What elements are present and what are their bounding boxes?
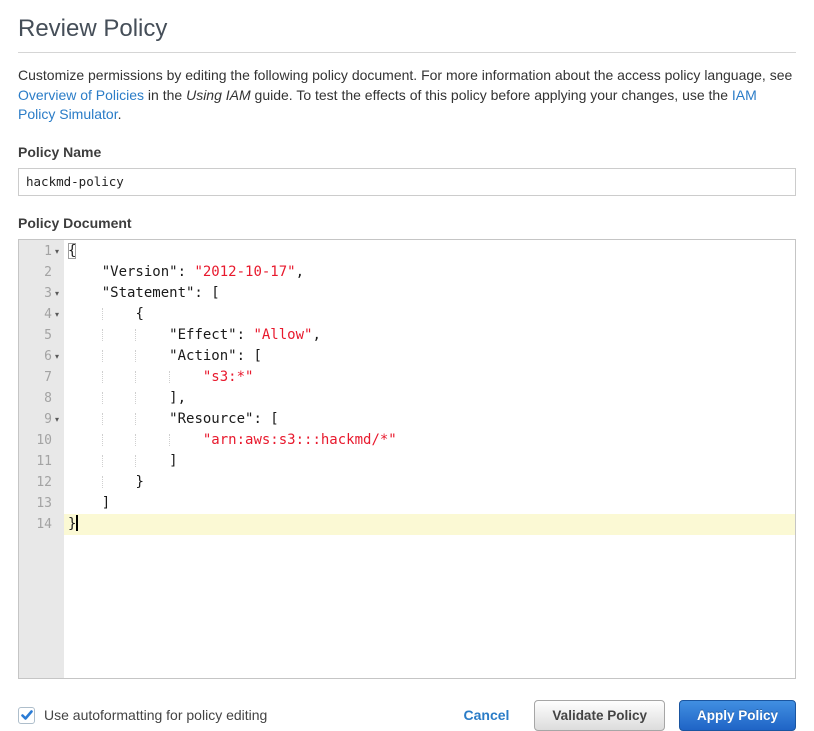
code-line[interactable]: } xyxy=(64,514,795,535)
code-line[interactable]: "Effect": "Allow", xyxy=(64,325,795,346)
review-policy-page: Review Policy Customize permissions by e… xyxy=(0,0,814,731)
code-line[interactable]: ], xyxy=(64,388,795,409)
policy-name-label: Policy Name xyxy=(18,144,796,160)
gutter-line[interactable]: 5▾ xyxy=(19,325,64,346)
editor-code-area[interactable]: { "Version": "2012-10-17", "Statement": … xyxy=(64,240,795,678)
code-line[interactable]: { xyxy=(64,241,795,262)
apply-policy-button[interactable]: Apply Policy xyxy=(679,700,796,731)
autoformat-checkbox[interactable] xyxy=(18,707,35,724)
footer-actions: Cancel Validate Policy Apply Policy xyxy=(464,700,797,731)
intro-part4: . xyxy=(118,106,122,122)
code-line[interactable]: ] xyxy=(64,493,795,514)
code-line[interactable]: "Version": "2012-10-17", xyxy=(64,262,795,283)
page-title: Review Policy xyxy=(18,0,796,43)
gutter-line[interactable]: 10▾ xyxy=(19,430,64,451)
gutter-line[interactable]: 6▾ xyxy=(19,346,64,367)
fold-arrow-icon[interactable]: ▾ xyxy=(52,283,62,304)
gutter-line[interactable]: 12▾ xyxy=(19,472,64,493)
fold-arrow-icon[interactable]: ▾ xyxy=(52,346,62,367)
gutter-line[interactable]: 8▾ xyxy=(19,388,64,409)
policy-document-label: Policy Document xyxy=(18,215,796,231)
policy-name-input[interactable] xyxy=(18,168,796,196)
code-line[interactable]: "s3:*" xyxy=(64,367,795,388)
intro-part2: in the xyxy=(144,87,186,103)
cancel-link[interactable]: Cancel xyxy=(464,707,510,723)
gutter-line[interactable]: 13▾ xyxy=(19,493,64,514)
code-line[interactable]: "Statement": [ xyxy=(64,283,795,304)
gutter-line[interactable]: 11▾ xyxy=(19,451,64,472)
policy-document-editor[interactable]: 1▾2▾3▾4▾5▾6▾7▾8▾9▾10▾11▾12▾13▾14▾ { "Ver… xyxy=(18,239,796,679)
intro-text: Customize permissions by editing the fol… xyxy=(18,66,796,125)
validate-policy-button[interactable]: Validate Policy xyxy=(534,700,665,731)
code-line[interactable]: { xyxy=(64,304,795,325)
footer-bar: Use autoformatting for policy editing Ca… xyxy=(18,700,796,731)
editor-gutter: 1▾2▾3▾4▾5▾6▾7▾8▾9▾10▾11▾12▾13▾14▾ xyxy=(19,240,64,678)
gutter-line[interactable]: 3▾ xyxy=(19,283,64,304)
code-line[interactable]: "Resource": [ xyxy=(64,409,795,430)
intro-part1: Customize permissions by editing the fol… xyxy=(18,67,792,83)
code-line[interactable]: } xyxy=(64,472,795,493)
fold-arrow-icon[interactable]: ▾ xyxy=(52,409,62,430)
gutter-line[interactable]: 4▾ xyxy=(19,304,64,325)
fold-arrow-icon[interactable]: ▾ xyxy=(52,304,62,325)
gutter-line[interactable]: 9▾ xyxy=(19,409,64,430)
using-iam-italic: Using IAM xyxy=(186,87,251,103)
intro-part3: guide. To test the effects of this polic… xyxy=(251,87,732,103)
text-cursor xyxy=(76,515,78,531)
gutter-line[interactable]: 1▾ xyxy=(19,241,64,262)
autoformat-label: Use autoformatting for policy editing xyxy=(44,707,267,723)
code-line[interactable]: "Action": [ xyxy=(64,346,795,367)
gutter-line[interactable]: 14▾ xyxy=(19,514,64,535)
code-line[interactable]: ] xyxy=(64,451,795,472)
gutter-line[interactable]: 7▾ xyxy=(19,367,64,388)
overview-of-policies-link[interactable]: Overview of Policies xyxy=(18,87,144,103)
gutter-line[interactable]: 2▾ xyxy=(19,262,64,283)
code-line[interactable]: "arn:aws:s3:::hackmd/*" xyxy=(64,430,795,451)
autoformat-checkbox-row[interactable]: Use autoformatting for policy editing xyxy=(18,707,267,724)
fold-arrow-icon[interactable]: ▾ xyxy=(52,241,62,262)
title-divider xyxy=(18,52,796,53)
